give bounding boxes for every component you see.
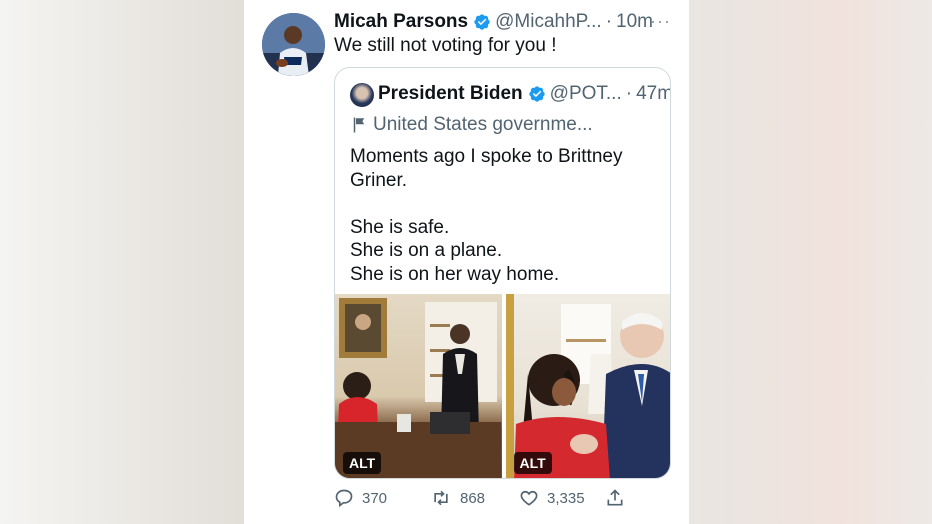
like-icon <box>520 490 538 506</box>
like-count: 3,335 <box>547 489 585 507</box>
reply-button[interactable]: 370 <box>334 488 430 508</box>
reply-icon <box>335 489 353 508</box>
affiliation-text: United States governme... <box>373 114 593 135</box>
retweet-icon <box>434 490 448 506</box>
quoted-tweet-timestamp[interactable]: 47m <box>636 83 670 105</box>
quoted-tweet[interactable]: President Biden @POT... · 47m United Sta… <box>334 67 671 479</box>
share-icon <box>607 489 623 506</box>
reply-count: 370 <box>362 489 388 507</box>
separator-dot: · <box>605 11 613 32</box>
author-name[interactable]: Micah Parsons <box>334 11 468 33</box>
like-button[interactable]: 3,335 <box>519 488 605 508</box>
oval-office-photo-harris[interactable]: ALT <box>335 294 502 478</box>
tweet-text: We still not voting for you ! <box>334 35 557 56</box>
alt-badge[interactable]: ALT <box>513 452 552 474</box>
tweet-timestamp[interactable]: 10m <box>616 11 653 33</box>
flag-icon <box>353 117 365 133</box>
retweet-button[interactable]: 868 <box>430 488 519 508</box>
share-button[interactable] <box>605 488 633 508</box>
quoted-author-name[interactable]: President Biden <box>378 83 523 105</box>
verified-badge-icon <box>473 13 491 31</box>
quoted-author-handle[interactable]: @POT... <box>550 83 622 105</box>
more-icon[interactable]: ··· <box>650 11 671 32</box>
quoted-author-avatar[interactable] <box>350 83 374 107</box>
quoted-tweet-text: Moments ago I spoke to Brittney Griner. … <box>350 145 650 286</box>
quoted-text-line: Moments ago I spoke to Brittney Griner. <box>350 146 623 191</box>
separator-dot: · <box>625 83 633 104</box>
alt-badge[interactable]: ALT <box>343 452 382 474</box>
quoted-text-line: She is on a plane. <box>350 240 503 261</box>
quoted-media: ALT ALT <box>335 294 670 478</box>
government-affiliation-label: United States governme... <box>350 114 593 136</box>
retweet-count: 868 <box>460 489 486 507</box>
tweet-header: Micah Parsons @MicahhP... · 10m <box>334 9 674 35</box>
quoted-text-line: She is safe. <box>350 216 450 238</box>
author-handle[interactable]: @MicahhP... <box>495 11 602 33</box>
verified-badge-icon <box>528 85 546 103</box>
quoted-text-line: She is on her way home. <box>350 263 560 285</box>
author-avatar[interactable] <box>262 13 325 76</box>
oval-office-photo-biden[interactable]: ALT <box>505 294 670 478</box>
quoted-tweet-header: President Biden @POT... · 47m <box>378 83 670 105</box>
tweet-actions: 370 868 3,335 <box>334 486 633 510</box>
